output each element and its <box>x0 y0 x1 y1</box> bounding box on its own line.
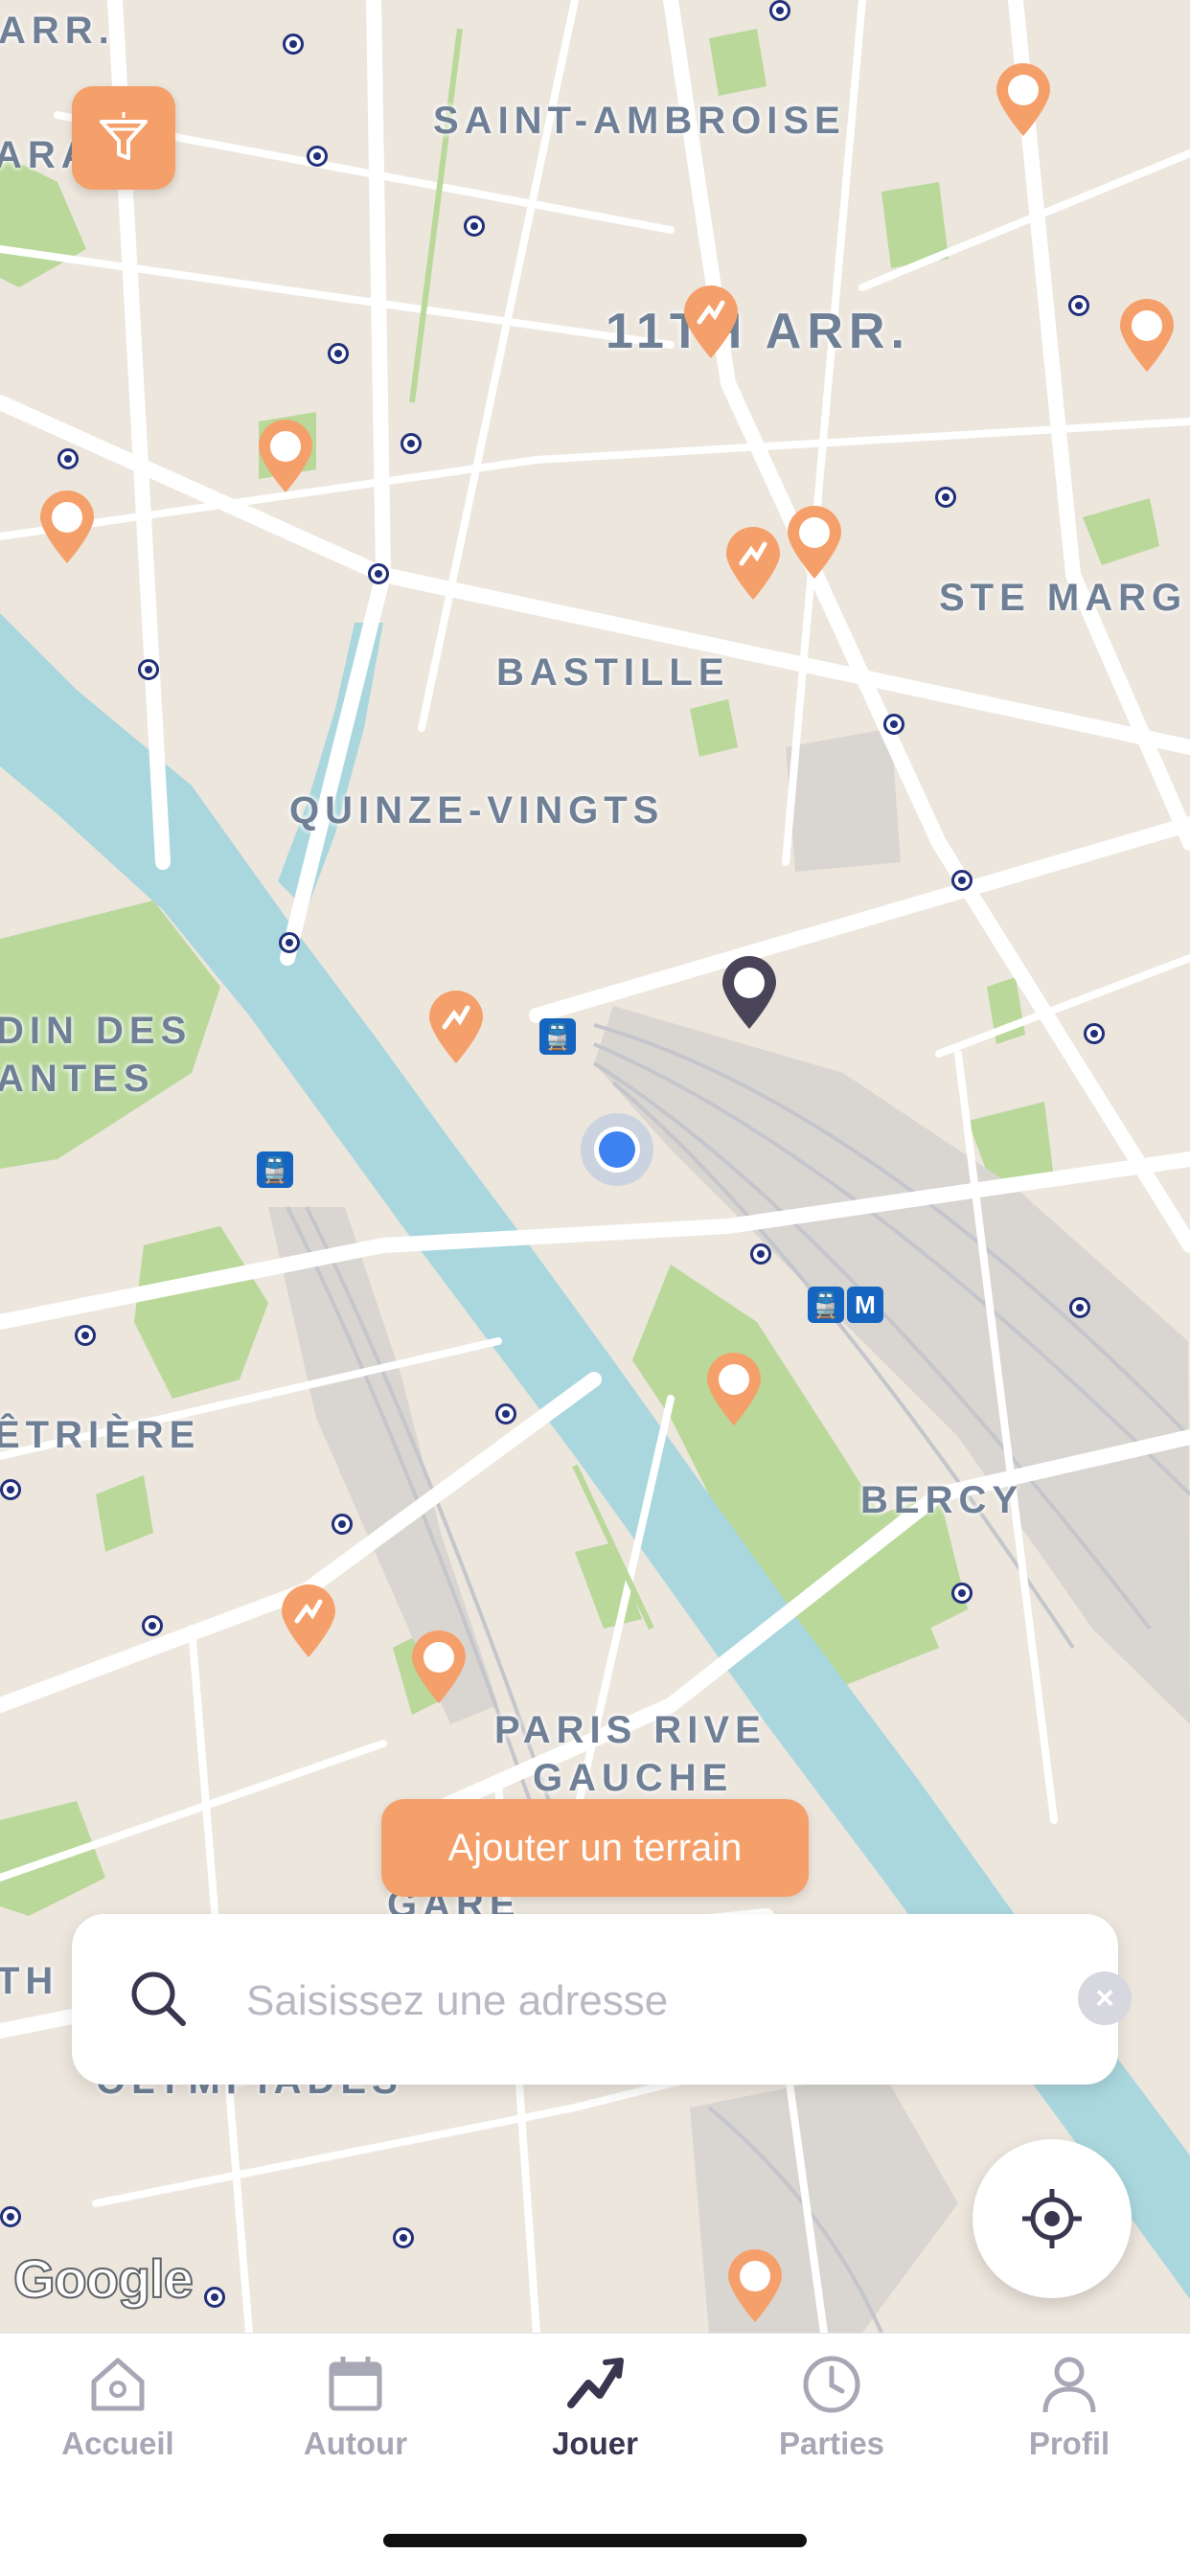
area-label: TH <box>0 1960 59 2002</box>
metro-station-icon[interactable] <box>393 2227 414 2248</box>
google-attribution-logo: Google <box>12 2247 195 2310</box>
metro-station-icon[interactable] <box>138 659 159 680</box>
clear-search-icon[interactable]: × <box>1078 1972 1132 2025</box>
calendar-icon <box>329 2357 382 2411</box>
field-pin-icon[interactable] <box>993 61 1054 138</box>
game-pin-icon[interactable] <box>425 989 487 1065</box>
field-pin-icon[interactable] <box>1116 297 1178 374</box>
home-indicator <box>383 2534 807 2547</box>
tab-autour[interactable]: Autour <box>260 2351 451 2495</box>
game-pin-icon[interactable] <box>680 284 742 360</box>
search-icon <box>131 1972 186 2026</box>
address-search-bar: × <box>72 1914 1132 2085</box>
address-search-input[interactable] <box>244 1952 1043 2050</box>
train-station-icon[interactable]: 🚆 <box>808 1287 844 1323</box>
crosshair-icon <box>1022 2189 1082 2248</box>
field-pin-icon[interactable] <box>36 489 98 565</box>
field-pin-icon[interactable] <box>784 504 845 581</box>
metro-station-icon[interactable] <box>57 448 79 469</box>
metro-station-icon[interactable] <box>142 1615 163 1636</box>
area-label: QUINZE-VINGTS <box>289 789 665 832</box>
filter-button[interactable] <box>72 86 175 190</box>
area-label: ÊTRIÈRE <box>0 1414 201 1456</box>
metro-station-icon[interactable] <box>328 343 349 364</box>
metro-station-icon[interactable] <box>75 1325 96 1346</box>
metro-station-icon[interactable] <box>368 563 389 584</box>
area-label: DIN DES <box>0 1010 193 1052</box>
area-label: BASTILLE <box>496 651 730 694</box>
area-label: SAINT-AMBROISE <box>433 100 846 142</box>
metro-station-icon[interactable] <box>1084 1023 1105 1044</box>
area-label: PARIS RIVE <box>494 1709 767 1751</box>
user-location-icon <box>581 1113 653 1186</box>
add-field-button[interactable]: Ajouter un terrain <box>381 1799 809 1897</box>
metro-badge-icon[interactable]: M <box>847 1287 883 1323</box>
area-label: STE MARG <box>939 577 1188 619</box>
tab-jouer[interactable]: Jouer <box>499 2351 691 2495</box>
tab-label: Profil <box>1028 2426 1110 2461</box>
area-label: ANTES <box>0 1058 155 1100</box>
tab-label: Autour <box>303 2426 408 2461</box>
metro-station-icon[interactable] <box>750 1243 771 1265</box>
tab-label: Accueil <box>61 2426 174 2461</box>
metro-station-icon[interactable] <box>0 2206 21 2227</box>
metro-station-icon[interactable] <box>464 216 485 237</box>
metro-station-icon[interactable] <box>400 433 422 454</box>
area-label: 11TH ARR. <box>606 304 910 359</box>
metro-station-icon[interactable] <box>204 2287 225 2308</box>
train-station-icon[interactable]: 🚆 <box>257 1151 293 1188</box>
home-icon <box>91 2358 145 2411</box>
play-icon <box>567 2358 624 2408</box>
metro-station-icon[interactable] <box>951 1583 973 1604</box>
metro-station-icon[interactable] <box>951 870 973 891</box>
metro-station-icon[interactable] <box>935 487 956 508</box>
area-label: GAUCHE <box>533 1757 734 1799</box>
field-pin-icon[interactable] <box>255 418 316 494</box>
tab-parties[interactable]: Parties <box>736 2351 927 2495</box>
train-station-icon[interactable]: 🚆 <box>539 1018 576 1055</box>
tab-profil[interactable]: Profil <box>973 2351 1165 2495</box>
recenter-location-button[interactable] <box>973 2139 1132 2298</box>
game-pin-icon[interactable] <box>722 525 784 602</box>
metro-station-icon[interactable] <box>0 1479 21 1500</box>
metro-station-icon[interactable] <box>495 1403 516 1425</box>
user-icon <box>1042 2357 1096 2413</box>
tab-label: Parties <box>778 2426 885 2461</box>
area-label: ARR. <box>0 10 115 52</box>
metro-station-icon[interactable] <box>279 932 300 953</box>
metro-station-icon[interactable] <box>1068 295 1089 316</box>
metro-station-icon[interactable] <box>283 34 304 55</box>
metro-station-icon[interactable] <box>883 714 904 735</box>
field-pin-icon[interactable] <box>408 1629 469 1705</box>
area-label: BERCY <box>860 1479 1024 1521</box>
field-pin-icon[interactable] <box>724 2247 786 2324</box>
clock-icon <box>803 2356 860 2413</box>
tab-label: Jouer <box>552 2426 638 2461</box>
field-pin-icon[interactable] <box>703 1351 765 1427</box>
metro-station-icon[interactable] <box>769 0 790 21</box>
selected-location-pin-icon[interactable] <box>719 954 780 1031</box>
filter-icon <box>100 112 148 160</box>
metro-station-icon[interactable] <box>307 146 328 167</box>
metro-station-icon[interactable] <box>1069 1297 1090 1318</box>
tab-accueil[interactable]: Accueil <box>22 2351 214 2495</box>
metro-station-icon[interactable] <box>332 1514 353 1535</box>
game-pin-icon[interactable] <box>278 1583 339 1659</box>
